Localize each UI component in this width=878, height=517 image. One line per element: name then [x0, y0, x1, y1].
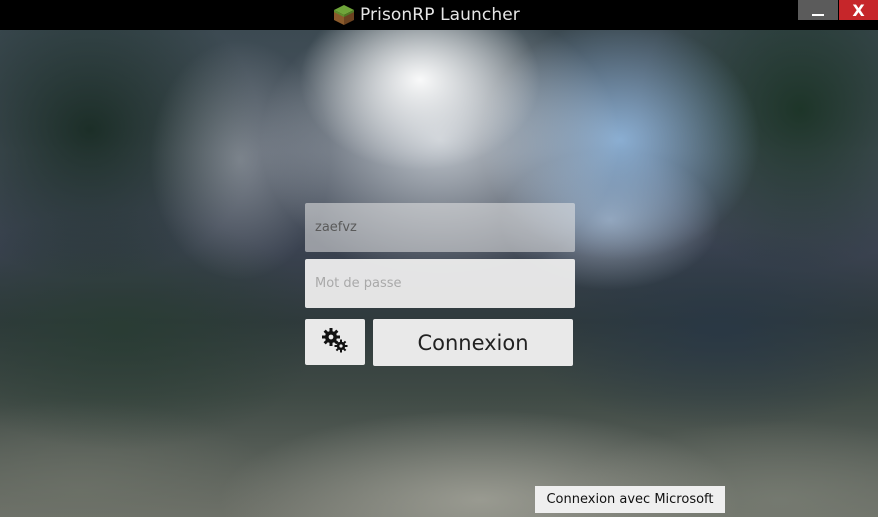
title-bar[interactable]: PrisonRP Launcher X [0, 0, 878, 30]
launcher-window: PrisonRP Launcher X zaefvz Connexion Con… [0, 0, 878, 517]
settings-button[interactable] [305, 319, 365, 365]
close-button[interactable]: X [839, 0, 878, 20]
connect-button[interactable]: Connexion [373, 319, 573, 366]
password-input[interactable] [305, 259, 575, 308]
gears-icon [321, 327, 349, 357]
microsoft-login-label: Connexion avec Microsoft [546, 492, 714, 507]
minimize-icon [812, 13, 824, 16]
username-input[interactable] [305, 203, 575, 252]
title-group: PrisonRP Launcher [333, 3, 520, 27]
microsoft-login-button[interactable]: Connexion avec Microsoft [535, 486, 725, 513]
minimize-button[interactable] [798, 0, 838, 20]
close-icon: X [852, 0, 865, 20]
connect-button-label: Connexion [417, 330, 529, 355]
window-title: PrisonRP Launcher [360, 5, 520, 25]
grass-block-icon [333, 4, 355, 26]
